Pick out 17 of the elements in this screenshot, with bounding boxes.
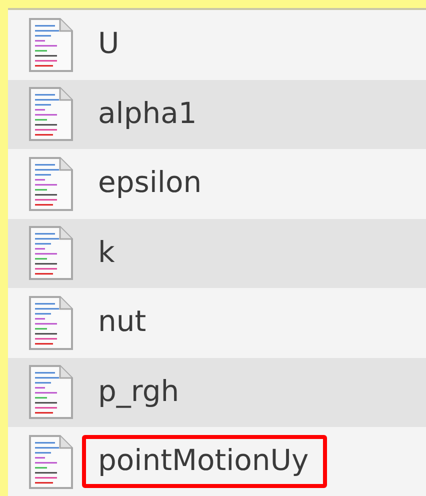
text-file-icon [28,225,74,282]
text-file-icon [28,434,74,490]
file-name: epsilon [97,164,203,202]
file-name: k [97,234,116,271]
text-file-icon [28,364,74,420]
file-name: alpha1 [97,94,198,132]
text-file-icon [28,156,74,212]
text-file-icon [28,86,74,142]
file-name: nut [97,303,148,340]
file-row[interactable]: k [8,218,426,288]
file-name: pointMotionUy [82,435,327,488]
file-name: p_rgh [97,372,180,410]
text-file-icon [28,16,74,73]
text-file-icon [28,294,74,351]
file-name: U [97,25,120,62]
file-row[interactable]: alpha1 [8,80,426,149]
file-row[interactable]: p_rgh [8,358,426,427]
